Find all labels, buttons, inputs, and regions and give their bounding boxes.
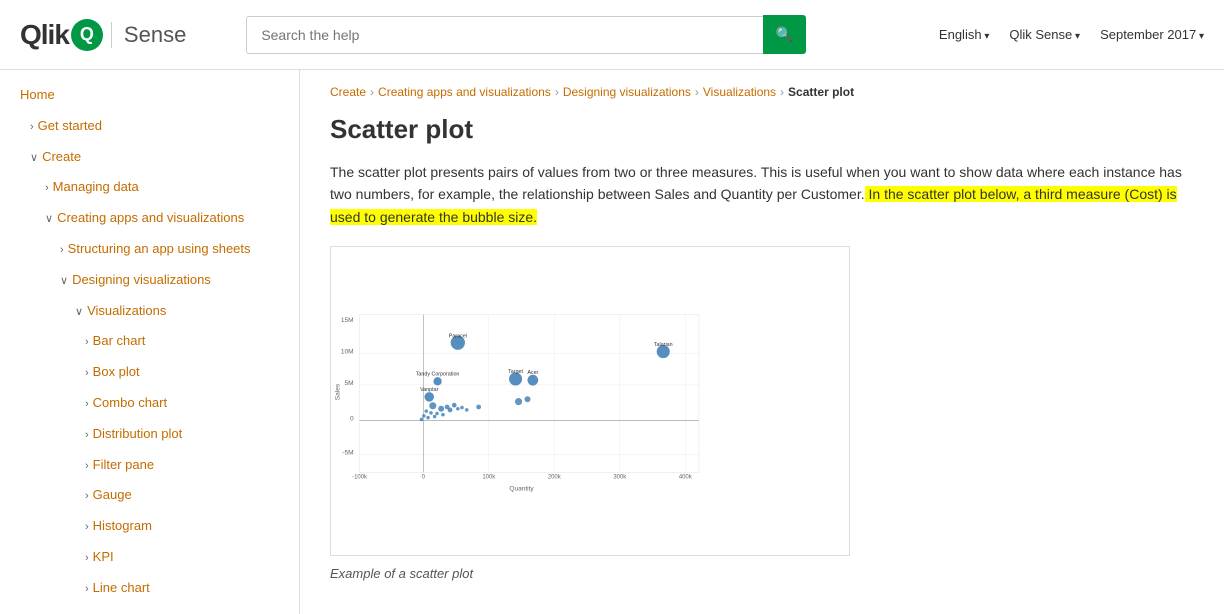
breadcrumb-current: Scatter plot [788, 85, 854, 99]
sidebar-item-home[interactable]: Home [0, 80, 299, 111]
svg-text:10M: 10M [341, 349, 354, 356]
main-layout: Home ›Get started ∨Create ›Managing data… [0, 70, 1224, 614]
logo-q-icon: Q [71, 19, 103, 51]
logo-area: Qlik Q Sense [20, 19, 186, 51]
sidebar-item-kpi[interactable]: ›KPI [0, 542, 299, 573]
svg-text:5M: 5M [345, 380, 354, 387]
breadcrumb: Create › Creating apps and visualization… [330, 85, 1194, 99]
svg-text:0: 0 [350, 416, 354, 423]
sidebar-item-get-started[interactable]: ›Get started [0, 111, 299, 142]
svg-text:Tandy Corporation: Tandy Corporation [416, 372, 460, 378]
sidebar-item-create[interactable]: ∨Create [0, 142, 299, 173]
sidebar: Home ›Get started ∨Create ›Managing data… [0, 70, 300, 614]
language-dropdown[interactable]: English [939, 27, 989, 42]
breadcrumb-sep-2: › [555, 85, 559, 99]
svg-text:300k: 300k [613, 475, 626, 481]
svg-text:-5M: -5M [342, 450, 353, 457]
scatter-plot-chart: 15M 10M 5M 0 -5M Sales -100k 0 100k 200k… [330, 246, 850, 556]
svg-text:400k: 400k [679, 475, 692, 481]
sidebar-item-gauge[interactable]: ›Gauge [0, 480, 299, 511]
sidebar-item-creating-apps[interactable]: ∨Creating apps and visualizations [0, 203, 299, 234]
svg-text:Paracel: Paracel [449, 333, 467, 339]
svg-text:-100k: -100k [352, 475, 367, 481]
sidebar-item-line-chart[interactable]: ›Line chart [0, 573, 299, 604]
sidebar-item-map[interactable]: ›Map [0, 604, 299, 614]
search-button[interactable]: 🔍 [763, 15, 806, 54]
sidebar-item-filter-pane[interactable]: ›Filter pane [0, 450, 299, 481]
svg-text:Quantity: Quantity [509, 485, 534, 492]
sidebar-item-designing-viz[interactable]: ∨Designing visualizations [0, 265, 299, 296]
logo-sense-text: Sense [111, 22, 186, 48]
breadcrumb-sep-1: › [370, 85, 374, 99]
svg-text:100k: 100k [482, 475, 495, 481]
header-right: English Qlik Sense September 2017 [939, 27, 1204, 42]
sidebar-item-histogram[interactable]: ›Histogram [0, 511, 299, 542]
svg-text:Acer: Acer [527, 370, 538, 376]
logo-qlik-text: Qlik [20, 19, 69, 51]
sidebar-item-managing-data[interactable]: ›Managing data [0, 172, 299, 203]
svg-text:15M: 15M [341, 317, 354, 324]
page-description: The scatter plot presents pairs of value… [330, 161, 1194, 228]
breadcrumb-creating-apps[interactable]: Creating apps and visualizations [378, 85, 551, 99]
svg-text:200k: 200k [548, 475, 561, 481]
svg-text:0: 0 [422, 475, 426, 481]
breadcrumb-create[interactable]: Create [330, 85, 366, 99]
header: Qlik Q Sense 🔍 English Qlik Sense Septem… [0, 0, 1224, 70]
sidebar-item-box-plot[interactable]: ›Box plot [0, 357, 299, 388]
breadcrumb-visualizations[interactable]: Visualizations [703, 85, 776, 99]
sidebar-item-bar-chart[interactable]: ›Bar chart [0, 326, 299, 357]
svg-text:Sales: Sales [334, 383, 341, 400]
sidebar-item-combo-chart[interactable]: ›Combo chart [0, 388, 299, 419]
svg-text:Target: Target [508, 369, 523, 375]
sidebar-item-visualizations[interactable]: ∨Visualizations [0, 296, 299, 327]
breadcrumb-sep-4: › [780, 85, 784, 99]
breadcrumb-sep-3: › [695, 85, 699, 99]
search-area: 🔍 [246, 15, 806, 54]
chart-svg: 15M 10M 5M 0 -5M Sales -100k 0 100k 200k… [331, 247, 849, 555]
product-dropdown[interactable]: Qlik Sense [1009, 27, 1080, 42]
content-area: Create › Creating apps and visualization… [300, 70, 1224, 614]
page-title: Scatter plot [330, 114, 1194, 145]
svg-text:Talarian: Talarian [654, 342, 673, 348]
date-dropdown[interactable]: September 2017 [1100, 27, 1204, 42]
sidebar-item-structuring-app[interactable]: ›Structuring an app using sheets [0, 234, 299, 265]
sidebar-item-distribution-plot[interactable]: ›Distribution plot [0, 419, 299, 450]
breadcrumb-designing-viz[interactable]: Designing visualizations [563, 85, 691, 99]
svg-text:Vanptar: Vanptar [420, 387, 439, 393]
search-input[interactable] [246, 16, 763, 54]
chart-caption: Example of a scatter plot [330, 566, 1194, 581]
